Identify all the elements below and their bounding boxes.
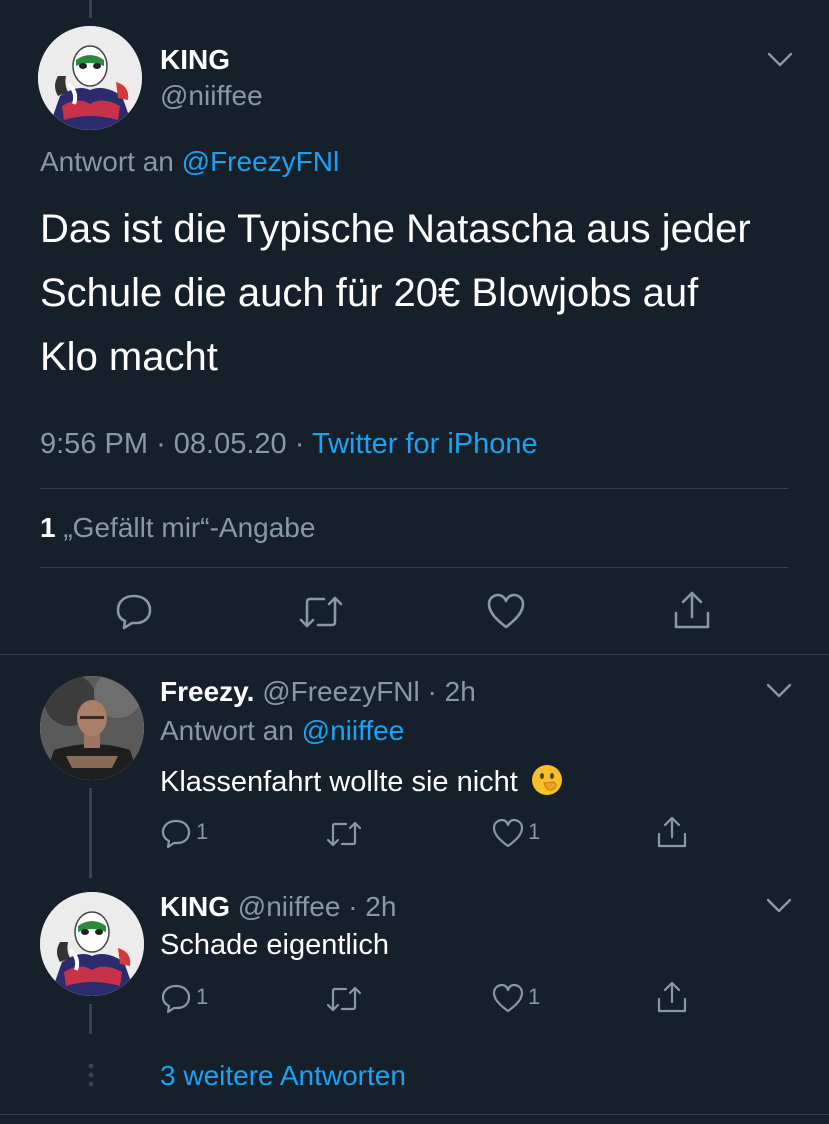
face-emoji-icon bbox=[530, 763, 564, 797]
reply-icon[interactable] bbox=[114, 591, 154, 631]
chevron-down-icon[interactable] bbox=[765, 896, 793, 916]
retweet-icon[interactable] bbox=[326, 818, 362, 850]
dots-vertical-icon bbox=[86, 1062, 96, 1088]
author-name[interactable]: KING bbox=[160, 891, 230, 922]
retweet-icon[interactable] bbox=[326, 983, 362, 1015]
reply-icon[interactable] bbox=[160, 817, 192, 849]
like-count: 1 bbox=[528, 819, 541, 844]
reply-count: 1 bbox=[196, 984, 209, 1009]
meta-separator: · bbox=[156, 428, 166, 460]
author-name[interactable]: Freezy. bbox=[160, 676, 254, 707]
share-icon[interactable] bbox=[656, 815, 688, 849]
reply-count: 1 bbox=[196, 819, 209, 844]
tweet-date: 08.05.20 bbox=[173, 428, 287, 460]
like-heart-icon[interactable] bbox=[492, 818, 524, 848]
tweet-text-line: Schule die auch für 20€ Blowjobs auf bbox=[40, 271, 699, 315]
reply-to-link[interactable]: @niiffee bbox=[302, 715, 405, 746]
share-icon[interactable] bbox=[656, 980, 688, 1014]
reply-to-link[interactable]: @FreezyFNl bbox=[182, 146, 340, 177]
reply-prefix: Antwort an bbox=[160, 715, 294, 746]
avatar[interactable] bbox=[40, 676, 144, 780]
thread-line bbox=[89, 1004, 92, 1034]
retweet-icon[interactable] bbox=[298, 592, 344, 632]
likes-count: 1 bbox=[40, 512, 56, 543]
reply-header: Freezy. @FreezyFNl · 2h bbox=[160, 676, 476, 708]
tweet-text-line: Klo macht bbox=[40, 335, 218, 379]
reply-text-content: Klassenfahrt wollte sie nicht bbox=[160, 766, 518, 798]
divider bbox=[40, 567, 788, 568]
avatar[interactable] bbox=[40, 892, 144, 996]
chevron-down-icon[interactable] bbox=[765, 681, 793, 701]
tweet-source[interactable]: Twitter for iPhone bbox=[312, 428, 538, 460]
like-heart-icon[interactable] bbox=[492, 983, 524, 1013]
divider bbox=[0, 654, 829, 655]
author-name[interactable]: KING bbox=[160, 44, 230, 76]
author-handle[interactable]: @niiffee bbox=[160, 80, 263, 112]
reply-text: Klassenfahrt wollte sie nicht bbox=[160, 763, 564, 799]
reply-prefix: Antwort an bbox=[40, 146, 174, 177]
avatar[interactable] bbox=[38, 26, 142, 130]
author-handle-time[interactable]: @FreezyFNl · 2h bbox=[262, 676, 476, 707]
chevron-down-icon[interactable] bbox=[766, 50, 794, 70]
reply-text: Schade eigentlich bbox=[160, 929, 389, 961]
reply-context: Antwort an @niiffee bbox=[160, 715, 404, 747]
author-handle-time[interactable]: @niiffee · 2h bbox=[238, 891, 397, 922]
like-heart-icon[interactable] bbox=[486, 592, 526, 630]
likes-label: „Gefällt mir“-Angabe bbox=[63, 512, 316, 543]
reply-header: KING @niiffee · 2h bbox=[160, 891, 396, 923]
tweet-time: 9:56 PM bbox=[40, 428, 148, 460]
reply-icon[interactable] bbox=[160, 982, 192, 1014]
share-icon[interactable] bbox=[672, 589, 712, 631]
tweet-text-line: Das ist die Typische Natascha aus jeder bbox=[40, 207, 751, 251]
meta-separator: · bbox=[294, 428, 305, 460]
divider bbox=[40, 488, 788, 489]
tweet-meta: 9:56 PM · 08.05.20 · Twitter for iPhone bbox=[40, 428, 538, 461]
tweet-text: Das ist die Typische Natascha aus jeder … bbox=[40, 197, 751, 389]
reply-context: Antwort an @FreezyFNl bbox=[40, 146, 339, 178]
like-count: 1 bbox=[528, 984, 541, 1009]
likes-summary[interactable]: 1 „Gefällt mir“-Angabe bbox=[40, 512, 315, 544]
thread-line-top bbox=[89, 0, 92, 18]
thread-line bbox=[89, 788, 92, 878]
show-more-replies-link[interactable]: 3 weitere Antworten bbox=[160, 1060, 406, 1092]
divider bbox=[0, 1114, 829, 1115]
